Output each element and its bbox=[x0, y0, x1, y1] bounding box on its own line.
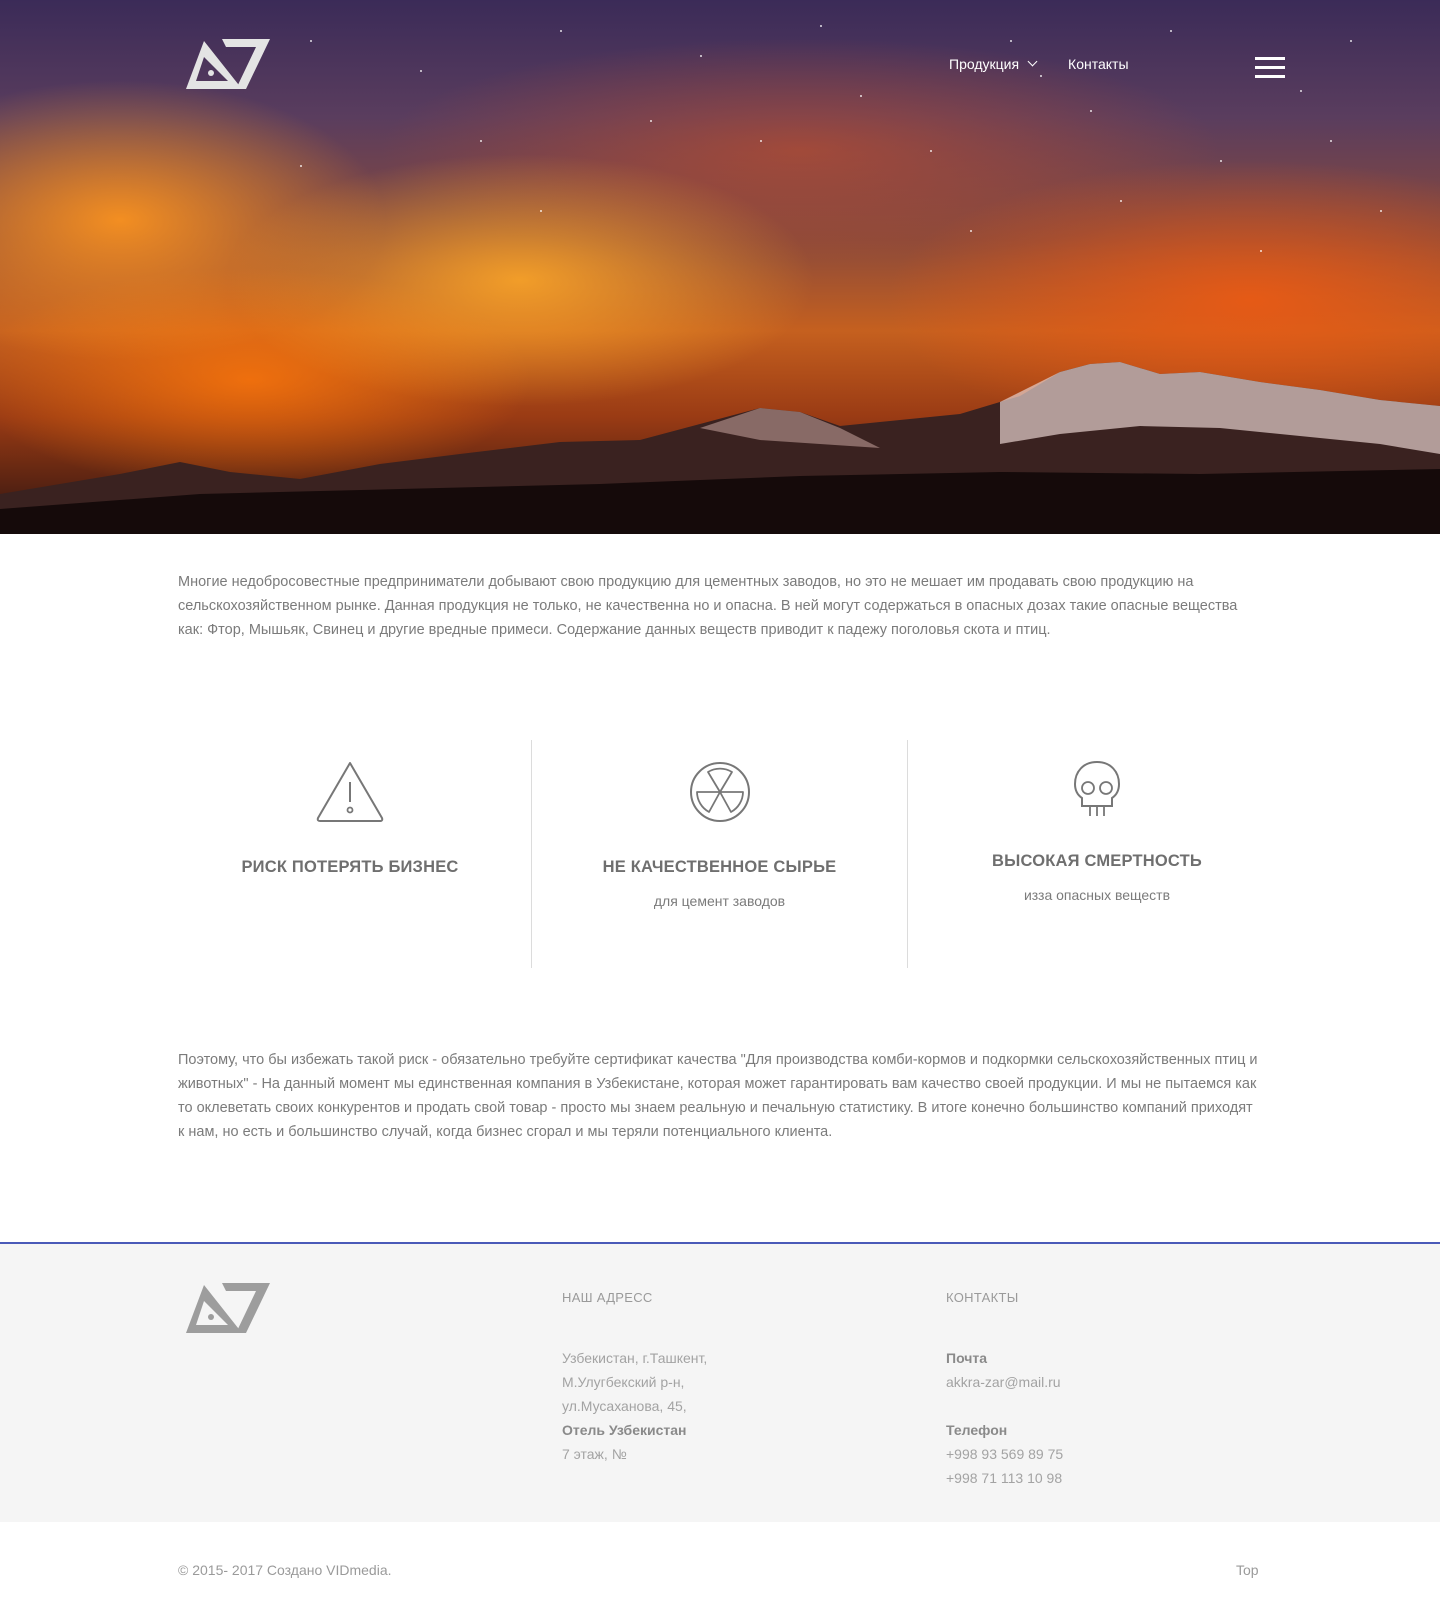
hamburger-icon[interactable] bbox=[1255, 57, 1285, 79]
nav-products[interactable]: Продукция bbox=[949, 56, 1038, 72]
scroll-top-link[interactable]: Top bbox=[1236, 1562, 1259, 1578]
phone-link[interactable]: +998 93 569 89 75 bbox=[946, 1442, 1063, 1466]
phone-label: Телефон bbox=[946, 1422, 1008, 1438]
feature-title: НЕ КАЧЕСТВЕННОЕ СЫРЬЕ bbox=[602, 858, 837, 876]
contacts-label: КОНТАКТЫ bbox=[946, 1290, 1019, 1305]
copyright: © 2015- 2017 Создано VIDmedia. bbox=[178, 1562, 392, 1578]
chevron-down-icon bbox=[1027, 56, 1038, 67]
feature-subtitle: для цемент заводов bbox=[653, 893, 786, 909]
features-row: РИСК ПОТЕРЯТЬ БИЗНЕС НЕ КАЧЕСТВЕННОЕ СЫР… bbox=[170, 740, 1270, 968]
mail-link[interactable]: akkra-zar@mail.ru bbox=[946, 1370, 1063, 1394]
hero-banner: Продукция Контакты bbox=[0, 0, 1440, 534]
feature-business-risk: РИСК ПОТЕРЯТЬ БИЗНЕС bbox=[170, 740, 530, 968]
bottom-bar: © 2015- 2017 Создано VIDmedia. Top bbox=[0, 1522, 1440, 1614]
feature-title: ВЫСОКАЯ СМЕРТНОСТЬ bbox=[992, 852, 1202, 870]
address-hotel: Отель Узбекистан bbox=[562, 1422, 687, 1438]
skull-icon bbox=[1073, 760, 1121, 816]
warning-icon bbox=[316, 762, 384, 822]
nav-contacts[interactable]: Контакты bbox=[1068, 56, 1128, 72]
contacts-block: Почта akkra-zar@mail.ru Телефон +998 93 … bbox=[946, 1346, 1063, 1490]
nav-contacts-label: Контакты bbox=[1068, 56, 1129, 72]
feature-subtitle: изза опасных веществ bbox=[1023, 887, 1171, 903]
feature-high-mortality: ВЫСОКАЯ СМЕРТНОСТЬ изза опасных веществ bbox=[908, 740, 1286, 968]
nav-products-label: Продукция bbox=[949, 56, 1020, 72]
mail-label: Почта bbox=[946, 1350, 988, 1366]
feature-low-quality: НЕ КАЧЕСТВЕННОЕ СЫРЬЕ для цемент заводов bbox=[531, 740, 908, 968]
address-floor: 7 этаж, № bbox=[562, 1446, 627, 1462]
intro-text: Многие недобросовестные предприниматели … bbox=[178, 574, 1238, 638]
footer-logo[interactable] bbox=[184, 1281, 270, 1335]
main-nav: Продукция Контакты bbox=[949, 56, 1129, 72]
feature-title: РИСК ПОТЕРЯТЬ БИЗНЕС bbox=[241, 858, 459, 876]
logo[interactable] bbox=[184, 37, 270, 91]
address-block: Узбекистан, г.Ташкент, М.Улугбекский р-н… bbox=[562, 1346, 707, 1466]
mountains-silhouette bbox=[0, 362, 1440, 534]
address-line: ул.Мусаханова, 45, bbox=[562, 1398, 687, 1414]
phone-link[interactable]: +998 71 113 10 98 bbox=[946, 1466, 1063, 1490]
address-label: НАШ АДРЕСС bbox=[562, 1290, 653, 1305]
address-line: Узбекистан, г.Ташкент, bbox=[562, 1350, 708, 1366]
conclusion-text: Поэтому, что бы избежать такой риск - об… bbox=[178, 1052, 1258, 1140]
address-line: М.Улугбекский р-н, bbox=[562, 1374, 685, 1390]
radiation-icon bbox=[689, 762, 750, 822]
